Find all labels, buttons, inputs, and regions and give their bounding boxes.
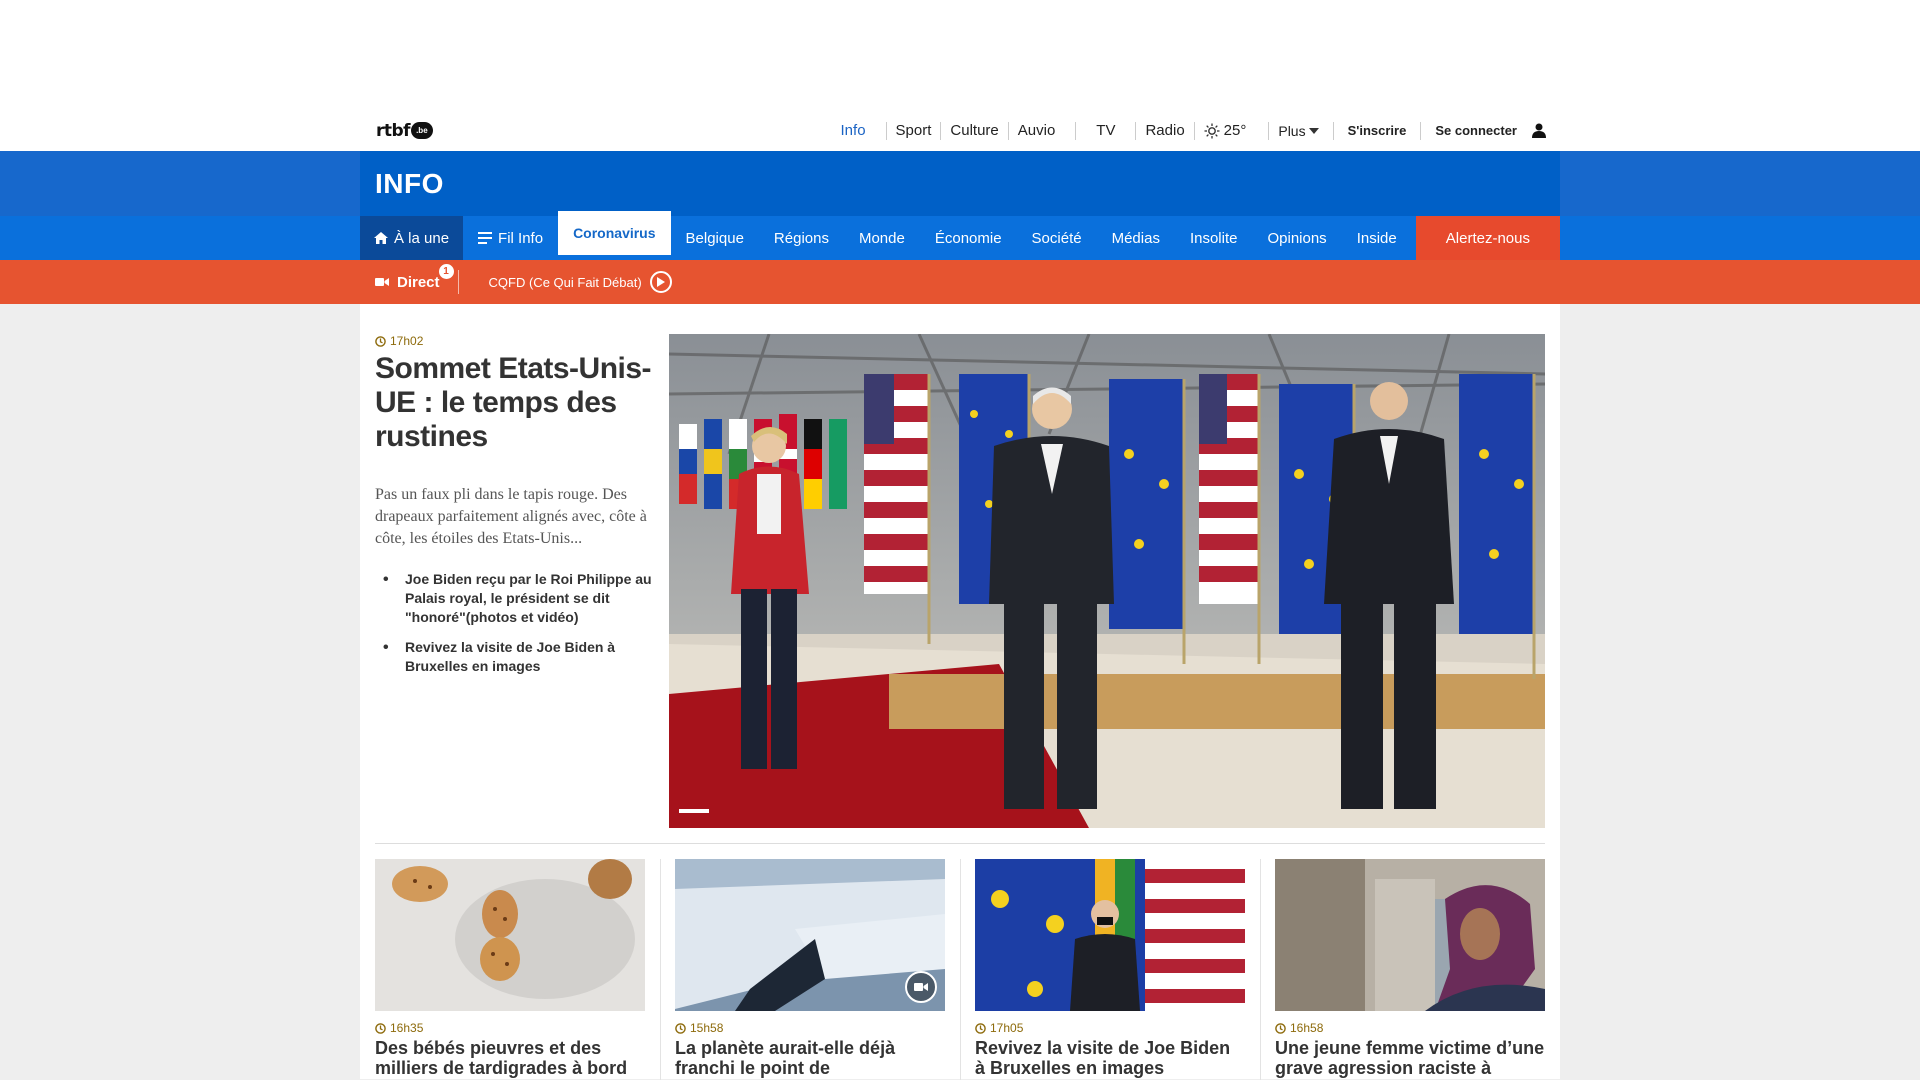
tab-inside[interactable]: Inside (1342, 216, 1397, 260)
tab-economie[interactable]: Économie (920, 216, 1017, 260)
article-thumbnail[interactable] (975, 859, 1245, 1011)
login-link[interactable]: Se connecter (1421, 122, 1526, 140)
video-camera-icon (375, 278, 389, 286)
nav-info[interactable]: Info (832, 122, 886, 140)
time-text: 17h02 (390, 334, 424, 348)
direct-label: Direct (397, 273, 440, 291)
article-title[interactable]: Revivez la visite de Joe Biden à Bruxell… (975, 1038, 1245, 1078)
article-timestamp: 15h58 (675, 1021, 945, 1035)
section-nav: À la une Fil Info Coronavirus Belgique R… (0, 211, 1920, 260)
direct-count-badge: 1 (438, 264, 454, 279)
tab-insolite[interactable]: Insolite (1175, 216, 1253, 260)
divider (375, 843, 1545, 844)
nav-culture[interactable]: Culture (941, 121, 1009, 140)
related-link[interactable]: Joe Biden reçu par le Roi Philippe au Pa… (375, 570, 655, 627)
direct-link[interactable]: Direct 1 (375, 264, 459, 294)
more-label: Plus (1278, 122, 1306, 139)
article-card[interactable]: 16h35 Des bébés pieuvres et des milliers… (375, 859, 645, 1080)
article-timestamp: 17h05 (975, 1021, 1245, 1035)
logo-text: rtbf (376, 120, 411, 141)
time-text: 16h35 (390, 1021, 424, 1035)
article-title[interactable]: La planète aurait-elle déjà franchi le p… (675, 1038, 945, 1080)
rtbf-logo[interactable]: rtbf .be (376, 120, 433, 142)
related-links: Joe Biden reçu par le Roi Philippe au Pa… (375, 570, 655, 676)
tab-label: À la une (394, 229, 450, 247)
clock-icon (975, 1022, 986, 1034)
tab-coronavirus[interactable]: Coronavirus (558, 211, 671, 255)
time-text: 15h58 (690, 1021, 724, 1035)
nav-tv[interactable]: TV (1076, 121, 1137, 140)
octopus-photo (375, 859, 645, 1011)
tab-regions[interactable]: Régions (759, 216, 844, 260)
ad-space (0, 0, 1920, 110)
article-title[interactable]: Des bébés pieuvres et des milliers de ta… (375, 1038, 645, 1080)
article-thumbnail[interactable] (1275, 859, 1545, 1011)
nav-auvio[interactable]: Auvio (1009, 121, 1077, 140)
weather-temp: 25° (1223, 121, 1247, 139)
article-timestamp: 16h58 (1275, 1021, 1545, 1035)
tab-a-la-une[interactable]: À la une (360, 216, 464, 260)
article-timestamp: 16h35 (375, 1021, 645, 1035)
video-icon (905, 971, 937, 1003)
section-header: INFO (0, 151, 1920, 216)
clock-icon (375, 1022, 386, 1034)
hero-image[interactable] (668, 334, 1545, 828)
article-thumbnail[interactable] (375, 859, 645, 1011)
related-link[interactable]: Revivez la visite de Joe Biden à Bruxell… (375, 638, 655, 676)
hero-text: 17h02 Sommet Etats-Unis-UE : le temps de… (375, 334, 669, 828)
logo-badge: .be (411, 122, 433, 139)
live-program-title: CQFD (Ce Qui Fait Débat) (488, 274, 642, 290)
weather-widget[interactable]: 25° (1195, 121, 1270, 140)
alert-button[interactable]: Alertez-nous (1415, 216, 1560, 260)
nav-sport[interactable]: Sport (885, 121, 942, 140)
tab-opinions[interactable]: Opinions (1252, 216, 1341, 260)
tab-monde[interactable]: Monde (844, 216, 920, 260)
summit-photo (668, 334, 1545, 828)
tab-label: Fil Info (498, 229, 544, 247)
clock-icon (1275, 1022, 1286, 1034)
user-icon[interactable] (1532, 123, 1546, 138)
article-card[interactable]: 15h58 La planète aurait-elle déjà franch… (660, 859, 945, 1080)
play-icon[interactable] (649, 271, 672, 293)
article-grid: 16h35 Des bébés pieuvres et des milliers… (375, 859, 1545, 1080)
tab-societe[interactable]: Société (1017, 216, 1097, 260)
list-icon (478, 232, 493, 244)
time-text: 17h05 (990, 1021, 1024, 1035)
live-program-link[interactable]: CQFD (Ce Qui Fait Débat) (489, 271, 672, 293)
sun-icon (1204, 123, 1220, 138)
clock-icon (675, 1022, 686, 1034)
biden-photo (975, 859, 1245, 1011)
signup-link[interactable]: S'inscrire (1334, 121, 1422, 140)
time-text: 16h58 (1290, 1021, 1324, 1035)
main-nav: Info Sport Culture Auvio TV Radio 25° Pl… (832, 110, 1546, 151)
article-thumbnail[interactable] (675, 859, 945, 1011)
clock-icon (375, 335, 386, 347)
caret-down-icon (1308, 127, 1319, 134)
article-title[interactable]: Une jeune femme victime d’une grave agre… (1275, 1038, 1545, 1078)
more-menu[interactable]: Plus (1269, 121, 1334, 140)
hero-lead: Pas un faux pli dans le tapis rouge. Des… (375, 486, 647, 547)
article-card[interactable]: 16h58 Une jeune femme victime d’une grav… (1260, 859, 1545, 1080)
live-bar: Direct 1 CQFD (Ce Qui Fait Débat) (0, 260, 1920, 304)
woman-street-photo (1275, 859, 1545, 1011)
top-bar: rtbf .be Info Sport Culture Auvio TV Rad… (0, 110, 1920, 151)
tab-fil-info[interactable]: Fil Info (463, 216, 558, 260)
hero-article: 17h02 Sommet Etats-Unis-UE : le temps de… (375, 304, 1545, 828)
tab-medias[interactable]: Médias (1097, 216, 1175, 260)
article-card[interactable]: 17h05 Revivez la visite de Joe Biden à B… (960, 859, 1245, 1080)
home-icon (374, 232, 388, 244)
nav-radio[interactable]: Radio (1136, 121, 1195, 140)
hero-title[interactable]: Sommet Etats-Unis-UE : le temps des rust… (375, 352, 655, 454)
hero-timestamp: 17h02 (375, 334, 655, 348)
main-content: 17h02 Sommet Etats-Unis-UE : le temps de… (0, 304, 1920, 1080)
tab-belgique[interactable]: Belgique (671, 216, 759, 260)
section-title[interactable]: INFO (375, 168, 444, 200)
